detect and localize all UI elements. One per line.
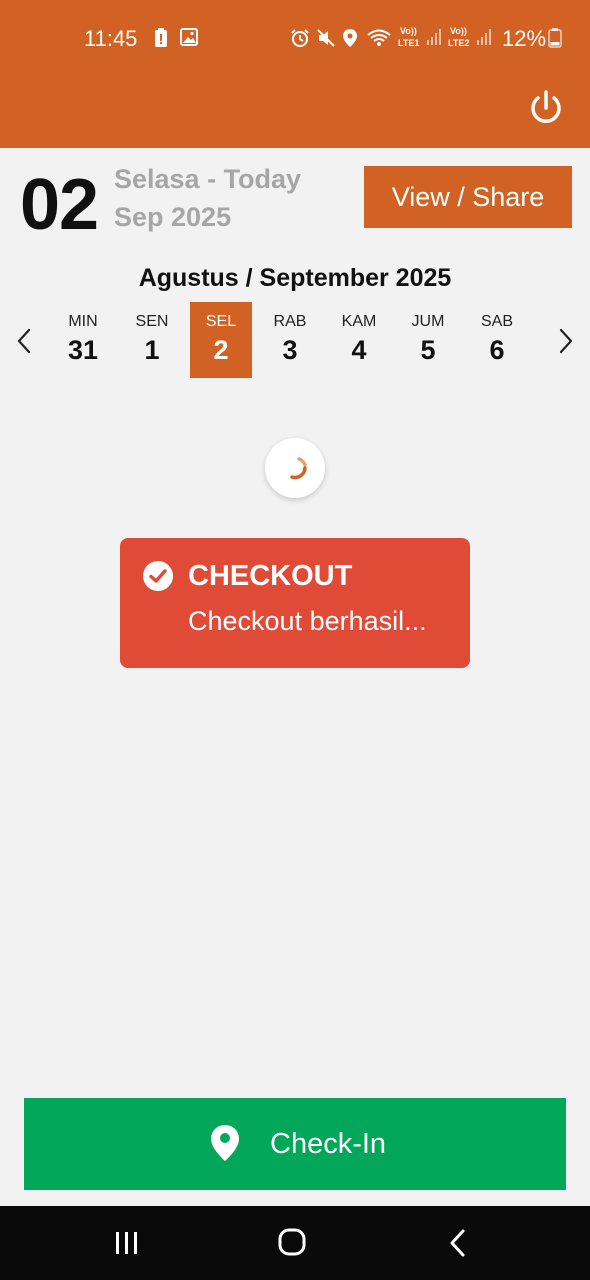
- day-name: SEN: [135, 313, 169, 330]
- calendar-day-kam[interactable]: KAM 4: [328, 302, 390, 378]
- recent-apps-icon[interactable]: [106, 1226, 146, 1260]
- signal-2-icon: [477, 29, 491, 45]
- check-in-button[interactable]: Check-In: [24, 1098, 566, 1190]
- toast-title: CHECKOUT: [188, 560, 353, 592]
- home-icon[interactable]: [272, 1226, 312, 1260]
- selected-day-label: Selasa - Today: [114, 164, 302, 194]
- next-week-icon[interactable]: [550, 326, 580, 356]
- system-nav-bar: [0, 1206, 590, 1280]
- day-number: 5: [420, 335, 436, 365]
- day-number: 4: [351, 335, 367, 365]
- prev-week-icon[interactable]: [10, 326, 40, 356]
- battery-icon: [548, 28, 562, 48]
- calendar-day-sel[interactable]: SEL 2: [190, 302, 252, 378]
- gallery-icon: [180, 28, 198, 46]
- check-circle-icon: [143, 561, 173, 591]
- wifi-icon: [367, 29, 391, 46]
- back-icon[interactable]: [438, 1226, 478, 1260]
- day-name: MIN: [68, 313, 98, 330]
- day-number: 6: [489, 335, 505, 365]
- alarm-icon: [291, 29, 309, 47]
- day-name: SAB: [480, 313, 513, 330]
- calendar-day-sen[interactable]: SEN 1: [121, 302, 183, 378]
- lte2-label: LTE2: [448, 38, 470, 48]
- power-icon[interactable]: [526, 88, 566, 128]
- status-bar: 11:45 Vo)) LTE1 Vo)) LTE2 12%: [0, 0, 590, 76]
- check-in-label: Check-In: [270, 1128, 387, 1160]
- lte1-label: LTE1: [398, 38, 420, 48]
- checkout-toast: CHECKOUT Checkout berhasil...: [120, 538, 470, 668]
- volte-label-2: Vo)): [450, 26, 467, 36]
- mute-icon: [317, 29, 335, 47]
- status-time: 11:45: [84, 26, 138, 51]
- battery-alert-icon: [155, 28, 167, 47]
- day-number: 1: [144, 335, 160, 365]
- view-share-button[interactable]: View / Share: [364, 166, 572, 228]
- selected-month-year: Sep 2025: [114, 202, 232, 232]
- day-name: KAM: [341, 313, 377, 330]
- location-pin-icon: [211, 1125, 239, 1161]
- calendar-month-title: Agustus / September 2025: [138, 264, 452, 292]
- calendar-day-sab[interactable]: SAB 6: [466, 302, 528, 378]
- selected-day-number: 02: [20, 165, 99, 245]
- day-name: JUM: [411, 313, 445, 330]
- day-number: 3: [282, 335, 298, 365]
- day-name: RAB: [273, 313, 307, 330]
- calendar-day-jum[interactable]: JUM 5: [397, 302, 459, 378]
- signal-1-icon: [427, 29, 441, 45]
- loading-spinner: [265, 438, 325, 498]
- battery-percent: 12%: [502, 26, 547, 51]
- calendar-day-rab[interactable]: RAB 3: [259, 302, 321, 378]
- calendar-day-min[interactable]: MIN 31: [52, 302, 114, 378]
- volte-label-1: Vo)): [400, 26, 417, 36]
- toast-message: Checkout berhasil...: [188, 606, 427, 636]
- spinner-icon: [290, 457, 307, 480]
- day-number: 2: [213, 335, 229, 365]
- day-number: 31: [67, 335, 99, 365]
- location-icon: [343, 29, 357, 47]
- day-name: SEL: [205, 313, 237, 330]
